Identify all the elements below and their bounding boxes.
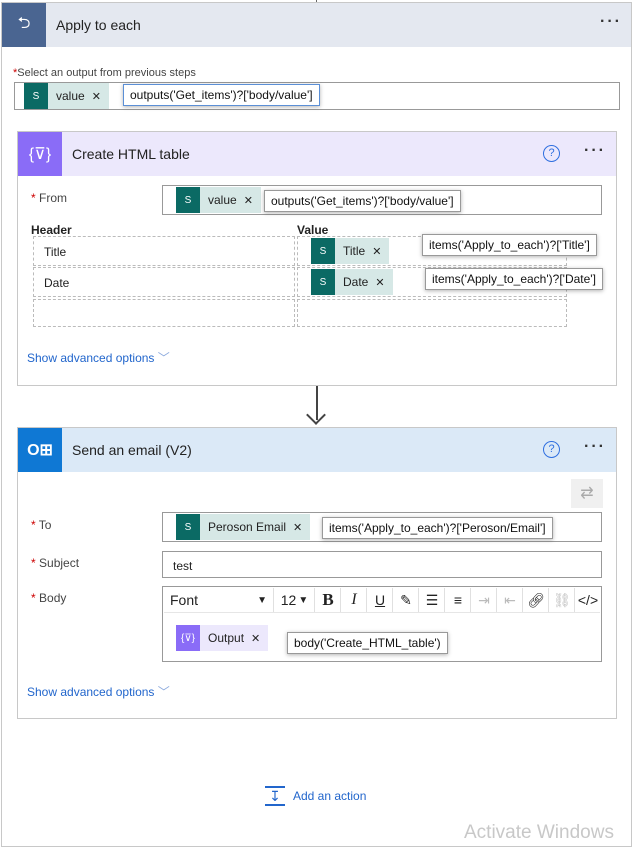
swap-button[interactable]: ⇄: [571, 479, 603, 508]
font-color-button[interactable]: ✎: [394, 588, 419, 612]
show-advanced-options-link[interactable]: Show advanced options ﹀: [27, 349, 170, 366]
remove-token-icon[interactable]: ✕: [372, 245, 381, 258]
sharepoint-icon: S: [311, 238, 335, 264]
caret-down-icon: ▼: [257, 594, 267, 606]
card-title: Send an email (V2): [72, 442, 192, 458]
token-title[interactable]: S Title ✕: [311, 238, 390, 264]
outdent-button[interactable]: ⇤: [498, 588, 523, 612]
apply-to-each-header[interactable]: ⮌ Apply to each ···: [2, 3, 631, 47]
more-options-button[interactable]: ···: [600, 13, 622, 31]
font-size-dropdown[interactable]: 12 ▼: [275, 588, 315, 612]
sharepoint-icon: S: [176, 187, 200, 213]
caret-down-icon: ▼: [298, 594, 309, 606]
add-an-action-button[interactable]: ↧ Add an action: [265, 786, 366, 806]
remove-token-icon[interactable]: ✕: [251, 632, 260, 645]
outlook-icon: O⊞: [18, 428, 62, 472]
subject-value: test: [173, 559, 193, 573]
indent-button[interactable]: ⇥: [472, 588, 497, 612]
token-date[interactable]: S Date ✕: [311, 269, 393, 295]
underline-button[interactable]: U: [368, 588, 393, 612]
expression-tooltip: items('Apply_to_each')?['Peroson/Email']: [322, 517, 553, 539]
expression-tooltip: items('Apply_to_each')?['Title']: [422, 234, 597, 256]
select-output-label: *Select an output from previous steps: [13, 67, 196, 79]
apply-to-each-card: ⮌ Apply to each ···: [1, 2, 632, 847]
bold-button[interactable]: B: [316, 588, 341, 612]
help-icon[interactable]: ?: [543, 145, 560, 162]
sharepoint-icon: S: [24, 83, 48, 109]
header-cell-empty[interactable]: [33, 299, 295, 327]
create-html-table-header[interactable]: {⊽} Create HTML table ? ···: [18, 132, 616, 176]
header-cell[interactable]: Date: [33, 267, 295, 297]
body-label: * Body: [31, 591, 67, 605]
data-operation-icon: {⊽}: [18, 132, 62, 176]
to-label: * To: [31, 518, 52, 532]
sharepoint-icon: S: [176, 514, 200, 540]
show-advanced-options-link[interactable]: Show advanced options ﹀: [27, 683, 170, 700]
sharepoint-icon: S: [311, 269, 335, 295]
from-label: * From: [31, 191, 68, 205]
header-column-label: Header: [31, 223, 72, 237]
unlink-icon[interactable]: ⛓︎: [550, 588, 575, 612]
subject-label: * Subject: [31, 556, 80, 570]
header-cell[interactable]: Title: [33, 236, 295, 266]
expression-tooltip: body('Create_HTML_table'): [287, 632, 448, 654]
subject-input[interactable]: test: [162, 551, 602, 578]
token-value[interactable]: Svalue ✕: [176, 187, 261, 213]
numbered-list-button[interactable]: ≡: [446, 588, 471, 612]
more-options-button[interactable]: ···: [584, 142, 606, 160]
remove-token-icon[interactable]: ✕: [244, 194, 253, 207]
expression-tooltip: outputs('Get_items')?['body/value']: [123, 84, 320, 106]
expression-tooltip: outputs('Get_items')?['body/value']: [264, 190, 461, 212]
remove-token-icon[interactable]: ✕: [293, 521, 302, 534]
help-icon[interactable]: ?: [543, 441, 560, 458]
code-view-button[interactable]: </>: [576, 588, 600, 612]
chevron-down-icon: ﹀: [157, 685, 170, 699]
token-output[interactable]: {⊽} Output ✕: [176, 625, 269, 651]
value-column-label: Value: [297, 223, 329, 237]
card-title: Create HTML table: [72, 146, 190, 162]
activate-windows-watermark: Activate Windows: [464, 822, 614, 843]
add-action-label: Add an action: [293, 789, 367, 803]
more-options-button[interactable]: ···: [584, 438, 606, 456]
italic-button[interactable]: I: [342, 588, 367, 612]
bullet-list-button[interactable]: ☰: [420, 588, 445, 612]
token-value[interactable]: Svalue ✕: [24, 83, 109, 109]
editor-toolbar: Font ▼ 12 ▼ B I U ✎ ☰ ≡ ⇥ ⇤ 🔗︎ ⛓︎ </>: [164, 587, 600, 613]
loop-icon: ⮌: [2, 3, 46, 47]
token-peroson-email[interactable]: S Peroson Email ✕: [176, 514, 311, 540]
send-email-header[interactable]: O⊞ Send an email (V2) ? ···: [18, 428, 616, 472]
data-operation-icon: {⊽}: [176, 625, 200, 651]
link-icon[interactable]: 🔗︎: [524, 588, 549, 612]
header-text: Title: [44, 245, 67, 259]
header-text: Date: [44, 276, 70, 290]
card-title: Apply to each: [56, 17, 141, 33]
value-cell-empty[interactable]: [297, 299, 567, 327]
add-action-icon: ↧: [265, 786, 285, 806]
font-dropdown[interactable]: Font ▼: [164, 588, 274, 612]
remove-token-icon[interactable]: ✕: [92, 90, 101, 103]
remove-token-icon[interactable]: ✕: [375, 276, 384, 289]
expression-tooltip: items('Apply_to_each')?['Date']: [425, 268, 603, 290]
chevron-down-icon: ﹀: [157, 351, 170, 365]
